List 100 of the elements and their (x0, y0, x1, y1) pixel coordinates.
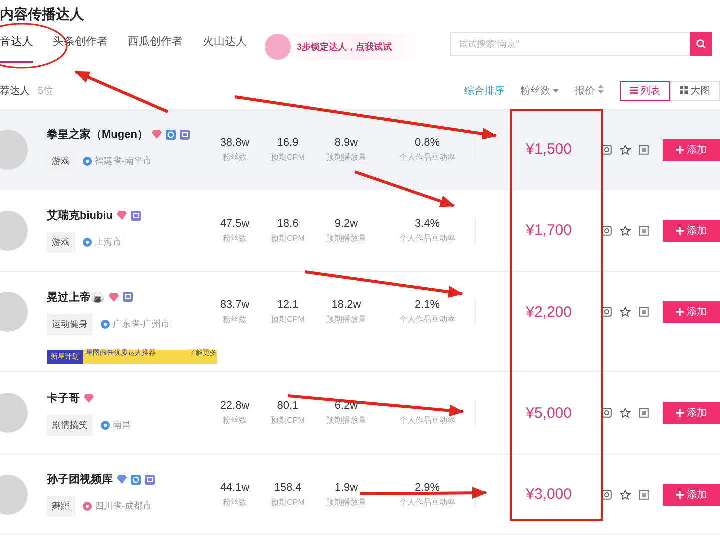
sort-option[interactable]: 综合排序 (464, 84, 504, 98)
category-tag: 运动健身 (47, 314, 93, 334)
avatar (0, 292, 28, 332)
stat-label: 个人作品互动率 (398, 232, 456, 244)
stat-value: 2.9% (414, 482, 442, 494)
list-icon (630, 87, 638, 94)
star-icon (620, 226, 631, 236)
plus-icon (676, 308, 684, 316)
card-icon (639, 226, 649, 236)
location-text: 南昌 (113, 418, 131, 432)
stat-value: 80.1 (276, 400, 300, 412)
creator-name[interactable]: 拳皇之家（Mugen） (47, 127, 148, 142)
stat-label: 预期播放量 (326, 152, 368, 162)
stat-value: 0.8% (414, 136, 442, 148)
plus-icon (676, 409, 684, 417)
caret-icon (553, 88, 560, 94)
search-button[interactable] (690, 32, 712, 56)
result-count: 5位 (38, 85, 54, 98)
card-icon (639, 307, 649, 317)
stat-value: 38.8w (219, 136, 251, 148)
stat-value: 8.9w (334, 136, 360, 148)
stat-label: 粉丝数 (222, 314, 248, 325)
price: ¥1,500 (525, 141, 573, 158)
stat-label: 预期播放量 (326, 415, 368, 426)
sort-option[interactable]: 粉丝数 (520, 84, 560, 98)
tab[interactable]: 火山达人 (203, 34, 247, 63)
price: ¥2,200 (525, 304, 573, 320)
avatar (0, 393, 28, 433)
stat-label: 个人作品互动率 (398, 314, 456, 325)
stat-label: 预期CPM (270, 314, 306, 325)
stat-label: 粉丝数 (222, 496, 248, 508)
creator-name[interactable]: 晃过上帝🍙 (47, 290, 105, 304)
location-text: 福建省-南平市 (95, 155, 152, 168)
sort-icon (598, 85, 604, 94)
stat-label: 预期CPM (270, 496, 306, 508)
star-icon (620, 307, 631, 317)
media-icon (602, 408, 612, 418)
sort-option[interactable]: 报价 (575, 84, 604, 98)
search-field[interactable]: 试试搜索"南京" (450, 32, 690, 56)
add-button[interactable]: 添加 (663, 138, 720, 160)
category-tag: 舞蹈 (47, 496, 75, 517)
media-icon (602, 307, 612, 317)
stat-label: 预期播放量 (326, 314, 368, 325)
creator-name[interactable]: 艾瑞克biubiu (47, 208, 113, 223)
add-button[interactable]: 添加 (663, 301, 720, 323)
price: ¥3,000 (525, 486, 573, 503)
card-icon (639, 144, 649, 154)
stat-label: 粉丝数 (222, 415, 248, 426)
star-icon (620, 490, 631, 500)
add-button[interactable]: 添加 (663, 402, 720, 424)
add-button[interactable]: 添加 (663, 484, 720, 506)
promo-text: 3步锁定达人，点我试试 (297, 40, 392, 54)
stat-label: 个人作品互动率 (398, 415, 456, 426)
stat-label: 预期CPM (270, 232, 306, 244)
search-icon (696, 39, 706, 49)
stat-value: 158.4 (273, 482, 303, 494)
stat-value: 18.6 (276, 218, 300, 230)
media-icon (602, 226, 612, 236)
plus-icon (676, 146, 684, 154)
stat-label: 预期CPM (270, 415, 306, 426)
location-text: 四川省-成都市 (95, 500, 152, 513)
stat-value: 83.7w (219, 299, 251, 311)
star-icon (620, 144, 631, 154)
tab[interactable]: 西瓜创作者 (128, 34, 183, 63)
view-toggle[interactable]: 列表 (620, 81, 670, 101)
grid-icon (680, 86, 688, 94)
stat-label: 预期播放量 (326, 232, 368, 244)
stat-label: 粉丝数 (222, 232, 248, 244)
plus-icon (676, 226, 684, 234)
location-text: 上海市 (95, 236, 122, 249)
tab[interactable]: 音达人 (0, 34, 33, 63)
stat-label: 粉丝数 (222, 152, 248, 162)
add-button[interactable]: 添加 (663, 220, 720, 242)
stat-label: 预期CPM (270, 152, 306, 162)
category-tag: 游戏 (47, 232, 75, 253)
stat-label: 个人作品互动率 (398, 152, 456, 162)
stat-value: 2.1% (414, 299, 442, 311)
mascot-icon (265, 34, 291, 60)
price: ¥5,000 (525, 404, 573, 422)
stat-value: 9.2w (334, 218, 360, 230)
media-icon (602, 144, 612, 154)
stat-value: 44.1w (219, 482, 251, 494)
card-icon (639, 490, 649, 500)
avatar (0, 130, 28, 170)
card-icon (639, 408, 649, 418)
stat-value: 18.2w (330, 299, 362, 311)
stat-label: 个人作品互动率 (398, 496, 456, 508)
star-icon (620, 408, 631, 418)
creator-name[interactable]: 孙子团视频库 (47, 472, 113, 487)
category-tag: 游戏 (47, 151, 75, 172)
list-title: 荐达人 (0, 84, 30, 98)
stat-value: 16.9 (276, 136, 300, 148)
stat-value: 3.4% (414, 218, 442, 230)
view-toggle[interactable]: 大图 (670, 81, 720, 101)
avatar (0, 210, 28, 250)
creator-name[interactable]: 卡子哥 (47, 390, 80, 406)
location-text: 广东省-广州市 (113, 318, 170, 330)
stat-value: 22.8w (219, 400, 251, 412)
stat-value: 12.1 (276, 299, 300, 311)
avatar (0, 474, 28, 514)
